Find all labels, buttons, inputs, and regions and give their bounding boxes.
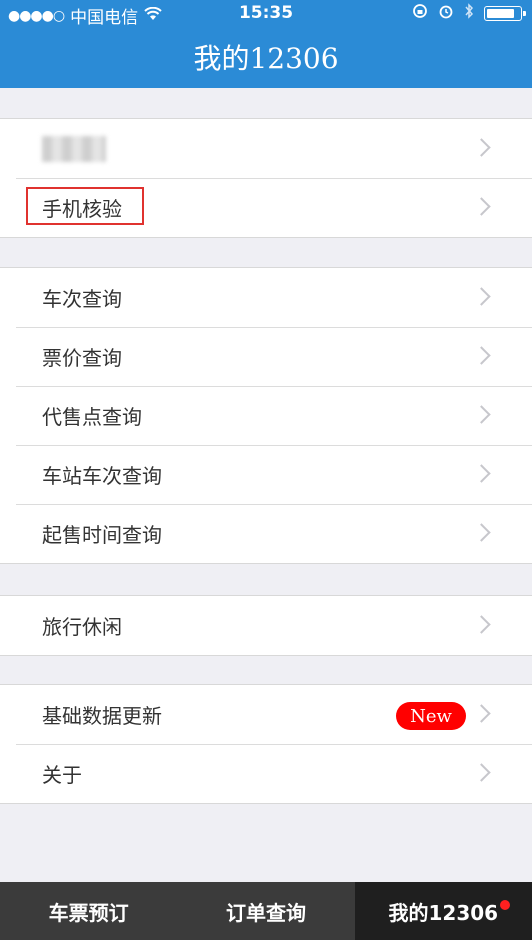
about-row[interactable]: 关于 [0,744,532,803]
leisure-label: 旅行休闲 [42,615,122,639]
nav-bar: 我的12306 [0,26,532,88]
data-update-label: 基础数据更新 [42,704,162,728]
chevron-right-icon [472,346,491,365]
other-group: 基础数据更新 New 关于 [0,684,532,804]
chevron-right-icon [472,615,491,634]
train-query-row[interactable]: 车次查询 [0,268,532,327]
tab-booking-label: 车票预订 [48,900,129,925]
station-query-row[interactable]: 车站车次查询 [0,445,532,504]
tab-booking[interactable]: 车票预订 [0,882,177,940]
battery-icon [484,6,526,21]
chevron-right-icon [472,763,491,782]
battery-fill [487,9,514,18]
chevron-right-icon [472,464,491,483]
highlight-box [26,187,144,225]
rotation-lock-icon [412,3,428,24]
chevron-right-icon [472,523,491,542]
notification-dot [499,900,510,910]
travel-group: 旅行休闲 [0,595,532,656]
about-label: 关于 [42,763,82,787]
chevron-right-icon [472,197,491,216]
fare-query-label: 票价查询 [42,346,122,370]
tab-orders-label: 订单查询 [225,900,306,925]
phone-verify-row[interactable]: 手机核验 [0,178,532,237]
tab-bar: 车票预订 订单查询 我的12306 [0,882,532,940]
data-update-row[interactable]: 基础数据更新 New [0,685,532,744]
alarm-icon [438,3,454,24]
leisure-row[interactable]: 旅行休闲 [0,596,532,655]
tab-mine-label: 我的12306 [388,900,499,925]
chevron-right-icon [472,287,491,306]
chevron-right-icon [472,138,491,157]
sale-time-query-label: 起售时间查询 [42,523,162,547]
page-title: 我的12306 [193,42,339,75]
account-group: 手机核验 [0,118,532,238]
account-row[interactable] [0,119,532,178]
train-query-label: 车次查询 [42,287,122,311]
status-bar: ●●●●○ 中国电信 15:35 [0,0,532,28]
station-query-label: 车站车次查询 [42,464,162,488]
agent-query-row[interactable]: 代售点查询 [0,386,532,445]
fare-query-row[interactable]: 票价查询 [0,327,532,386]
sale-time-query-row[interactable]: 起售时间查询 [0,504,532,563]
bluetooth-icon [464,3,474,24]
new-badge: New [396,702,466,730]
tab-orders[interactable]: 订单查询 [177,882,354,940]
chevron-right-icon [472,405,491,424]
blurred-username [42,135,106,162]
chevron-right-icon [472,704,491,723]
query-group: 车次查询 票价查询 代售点查询 车站车次查询 起售时间查询 [0,267,532,564]
agent-query-label: 代售点查询 [42,405,142,429]
tab-mine[interactable]: 我的12306 [354,882,532,940]
